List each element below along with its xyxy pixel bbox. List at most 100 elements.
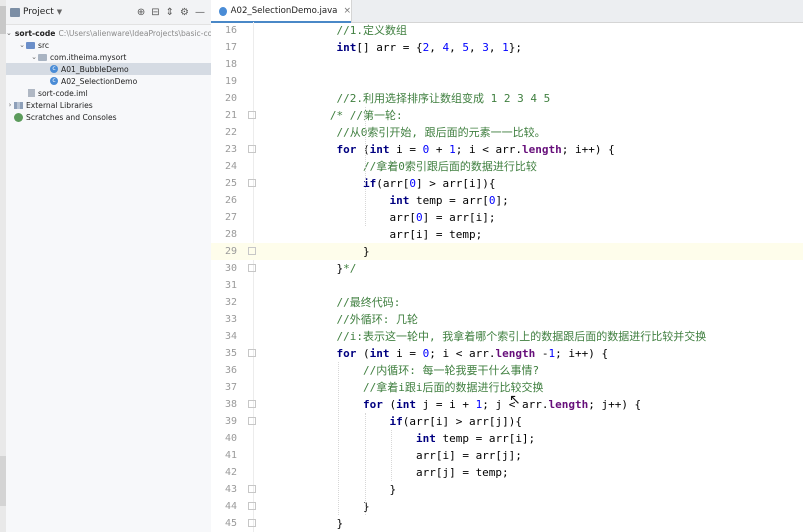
project-view-selector[interactable]: Project ▼ (10, 7, 62, 17)
tree-item-label: sort-code.iml (38, 88, 88, 98)
tree-item-external-libraries[interactable]: › External Libraries (6, 99, 211, 111)
line-number: 18 (224, 59, 237, 70)
line-number: 21 (224, 110, 237, 121)
fold-marker-icon[interactable] (248, 502, 256, 510)
fold-marker-icon[interactable] (248, 349, 256, 357)
code-line[interactable]: 25 if(arr[0] > arr[i]){ (211, 175, 803, 192)
code-line[interactable]: 24 //拿着0索引跟后面的数据进行比较 (211, 158, 803, 175)
project-panel-header: Project ▼ ⊕ ⊟ ⇕ ⚙ — (6, 0, 211, 25)
code-line[interactable]: 29 } (211, 243, 803, 260)
editor-tab-label: A02_SelectionDemo.java (230, 6, 338, 16)
code-text: for (int j = i + 1; j < arr.length; j++)… (362, 398, 642, 411)
line-number: 41 (224, 450, 237, 461)
collapse-all-icon[interactable]: ⊟ (151, 7, 159, 18)
code-text: //拿着0索引跟后面的数据进行比较 (362, 160, 537, 173)
code-text: } (310, 500, 370, 513)
tree-item-bubble-demo[interactable]: c A01_BubbleDemo (6, 63, 211, 75)
line-number: 27 (224, 212, 237, 223)
code-line[interactable]: 17 int[] arr = {2, 4, 5, 3, 1}; (211, 39, 803, 56)
fold-marker-icon[interactable] (248, 111, 256, 119)
code-line[interactable]: 43 } (211, 481, 803, 498)
indent-guide (391, 430, 393, 481)
tree-item-label: src (38, 40, 50, 50)
code-line[interactable]: 23 for (int i = 0 + 1; i < arr.length; i… (211, 141, 803, 158)
code-line[interactable]: 38 for (int j = i + 1; j < arr.length; j… (211, 396, 803, 413)
code-line[interactable]: 40 int temp = arr[i]; (211, 430, 803, 447)
fold-marker-icon[interactable] (248, 179, 256, 187)
line-number: 30 (224, 263, 237, 274)
code-line[interactable]: 19 (211, 73, 803, 90)
java-class-icon (219, 6, 227, 16)
code-text: //内循环: 每一轮我要干什么事情? (362, 364, 540, 377)
locate-icon[interactable]: ⊕ (137, 7, 145, 18)
code-line[interactable]: 18 (211, 56, 803, 73)
fold-marker-icon[interactable] (248, 519, 256, 527)
code-line[interactable]: 35 for (int i = 0; i < arr.length -1; i+… (211, 345, 803, 362)
code-line[interactable]: 16 //1.定义数组 (211, 22, 803, 39)
code-line[interactable]: 30 }*/ (211, 260, 803, 277)
tree-item-iml[interactable]: sort-code.iml (6, 87, 211, 99)
iml-file-icon (28, 89, 35, 97)
tree-item-label: A02_SelectionDemo (61, 76, 138, 86)
tree-item-sort-code[interactable]: ⌄ sort-code C:\Users\alienware\IdeaProje… (6, 27, 211, 39)
code-line[interactable]: 26 int temp = arr[0]; (211, 192, 803, 209)
hide-icon[interactable]: — (195, 7, 205, 18)
gear-icon[interactable]: ⚙ (180, 7, 189, 18)
fold-marker-icon[interactable] (248, 485, 256, 493)
code-line[interactable]: 32 //最终代码: (211, 294, 803, 311)
code-text: //最终代码: (336, 296, 401, 309)
chevron-down-icon[interactable]: ⌄ (18, 41, 26, 49)
code-line[interactable]: 21 /* //第一轮: (211, 107, 803, 124)
fold-marker-icon[interactable] (248, 400, 256, 408)
code-text: arr[i] = arr[j]; (310, 449, 522, 462)
tree-item-scratches[interactable]: Scratches and Consoles (6, 111, 211, 123)
code-line[interactable]: 41 arr[i] = arr[j]; (211, 447, 803, 464)
editor-tab-bar: A02_SelectionDemo.java × (211, 0, 803, 23)
java-class-icon: c (50, 65, 58, 73)
code-text: //从0索引开始, 跟后面的元素一一比较。 (336, 126, 546, 139)
code-text: //拿着i跟i后面的数据进行比较交换 (362, 381, 544, 394)
code-line[interactable]: 27 arr[0] = arr[i]; (211, 209, 803, 226)
code-line[interactable]: 42 arr[j] = temp; (211, 464, 803, 481)
chevron-down-icon[interactable]: ⌄ (6, 29, 12, 37)
code-line[interactable]: 44 } (211, 498, 803, 515)
code-line[interactable]: 20 //2.利用选择排序让数组变成 1 2 3 4 5 (211, 90, 803, 107)
code-line[interactable]: 36 //内循环: 每一轮我要干什么事情? (211, 362, 803, 379)
fold-marker-icon[interactable] (248, 264, 256, 272)
line-number: 45 (224, 518, 237, 529)
code-line[interactable]: 45 } (211, 515, 803, 532)
tree-item-selection-demo[interactable]: c A02_SelectionDemo (6, 75, 211, 87)
tree-item-package[interactable]: ⌄ com.itheima.mysort (6, 51, 211, 63)
line-number: 29 (224, 246, 237, 257)
code-line[interactable]: 28 arr[i] = temp; (211, 226, 803, 243)
code-line[interactable]: 34 //i:表示这一轮中, 我拿着哪个索引上的数据跟后面的数据进行比较并交换 (211, 328, 803, 345)
libraries-icon (14, 101, 23, 109)
close-icon[interactable]: × (343, 6, 351, 16)
fold-marker-icon[interactable] (248, 247, 256, 255)
editor-tab-selection-demo[interactable]: A02_SelectionDemo.java × (211, 0, 352, 23)
expand-all-icon[interactable]: ⇕ (166, 7, 174, 18)
project-panel-title: Project (23, 7, 54, 17)
code-line[interactable]: 37 //拿着i跟i后面的数据进行比较交换 (211, 379, 803, 396)
scratches-icon (14, 112, 23, 122)
fold-marker-icon[interactable] (248, 145, 256, 153)
source-folder-icon (26, 41, 35, 49)
code-line[interactable]: 39 if(arr[i] > arr[j]){ (211, 413, 803, 430)
code-text: /* //第一轮: (329, 109, 403, 122)
line-number: 24 (224, 161, 237, 172)
fold-marker-icon[interactable] (248, 417, 256, 425)
line-number: 34 (224, 331, 237, 342)
code-line[interactable]: 31 (211, 277, 803, 294)
chevron-right-icon[interactable]: › (6, 101, 14, 109)
code-line[interactable]: 33 //外循环: 几轮 (211, 311, 803, 328)
code-text: } (310, 517, 344, 530)
chevron-down-icon[interactable]: ⌄ (30, 53, 38, 61)
code-area[interactable]: ↖ 16 //1.定义数组 17 int[] arr = {2, 4, 5, 3,… (211, 22, 803, 532)
package-icon (38, 53, 47, 61)
tree-item-label: Scratches and Consoles (26, 112, 117, 122)
code-text: //i:表示这一轮中, 我拿着哪个索引上的数据跟后面的数据进行比较并交换 (336, 330, 707, 343)
line-number: 26 (224, 195, 237, 206)
code-text: arr[i] = temp; (310, 228, 483, 241)
tree-item-src[interactable]: ⌄ src (6, 39, 211, 51)
code-line[interactable]: 22 //从0索引开始, 跟后面的元素一一比较。 (211, 124, 803, 141)
